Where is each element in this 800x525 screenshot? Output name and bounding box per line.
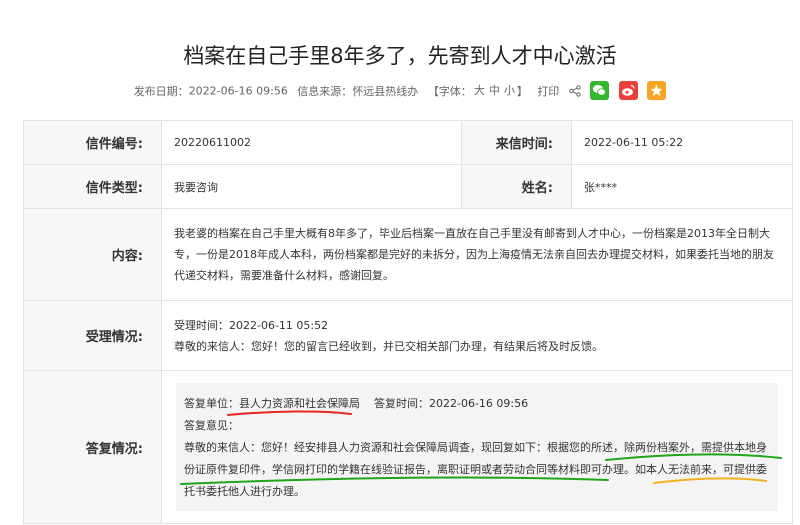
letter-number: 20220611002 — [161, 120, 462, 165]
reply-label: 答复情况: — [23, 370, 162, 524]
letter-type-label: 信件类型: — [23, 164, 162, 209]
letter-info-table: 信件编号: 20220611002 来信时间: 2022-06-11 05:22… — [23, 120, 793, 524]
info-source: 信息来源：怀远县热线办 — [297, 84, 419, 98]
letter-type: 我要咨询 — [161, 164, 462, 209]
font-large-link[interactable]: 大 — [474, 84, 485, 97]
accept-time: 受理时间：2022-06-11 05:52 — [174, 318, 329, 332]
print-button[interactable]: 打印 — [537, 85, 559, 98]
share-icon[interactable] — [569, 84, 581, 97]
wechat-icon[interactable] — [590, 81, 610, 100]
sender-name: 张**** — [571, 164, 793, 209]
font-small-link[interactable]: 小 — [504, 84, 515, 97]
accept-text: 尊敬的来信人：您好！您的留言已经收到，并已交相关部门办理，有结果后将及时反馈。 — [174, 339, 603, 353]
accept-section: 受理时间：2022-06-11 05:52 尊敬的来信人：您好！您的留言已经收到… — [161, 300, 793, 371]
letter-number-label: 信件编号: — [23, 120, 162, 165]
letter-time-label: 来信时间: — [461, 120, 572, 165]
handwritten-annotations — [180, 410, 782, 485]
page-title: 档案在自己手里8年多了，先寄到人才中心激活 — [183, 44, 617, 68]
reply-section: 答复单位：县人力资源和社会保障局 答复时间：2022-06-16 09:56 答复… — [161, 370, 793, 524]
article-meta: 发布日期：2022-06-16 09:56 信息来源：怀远县热线办 【字体：大中… — [0, 81, 800, 100]
font-medium-link[interactable]: 中 — [489, 84, 500, 97]
reply-box: 答复单位：县人力资源和社会保障局 答复时间：2022-06-16 09:56 答复… — [176, 383, 782, 511]
accept-label: 受理情况: — [23, 300, 162, 371]
font-size-selector: 【字体：大中小】 — [427, 84, 528, 98]
favorite-icon[interactable] — [647, 81, 667, 100]
sender-name-label: 姓名: — [461, 164, 572, 209]
content-label: 内容: — [23, 208, 162, 301]
publish-date: 发布日期：2022-06-16 09:56 — [133, 84, 288, 98]
letter-time: 2022-06-11 05:22 — [571, 120, 793, 165]
letter-content: 我老婆的档案在自己手里大概有8年多了，毕业后档案一直放在自己手里没有邮寄到人才中… — [161, 208, 793, 301]
weibo-icon[interactable] — [618, 81, 638, 100]
